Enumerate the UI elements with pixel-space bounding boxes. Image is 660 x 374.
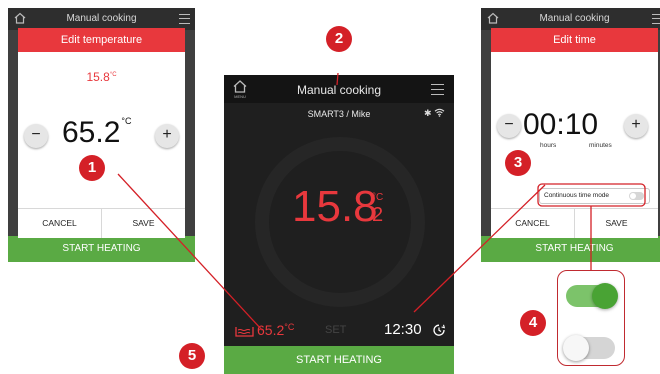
hours-label: hours <box>540 142 557 149</box>
marker-1: 1 <box>79 155 105 181</box>
increase-button[interactable]: + <box>624 114 648 138</box>
set-temperature[interactable]: 65.2°C <box>257 322 294 338</box>
status-icons: ✱ <box>424 108 445 119</box>
marker-3: 3 <box>505 150 531 176</box>
toggle-knob <box>563 335 589 361</box>
decrease-button[interactable]: − <box>497 114 521 138</box>
toggle-states-callout <box>557 270 625 366</box>
screen-title: Manual cooking <box>296 83 382 97</box>
increase-button[interactable]: + <box>155 124 179 148</box>
time-value[interactable]: 00:10 <box>523 108 598 142</box>
instruction-figure: Manual cooking START HEATING Edit temper… <box>0 0 660 374</box>
edit-time-dialog: Edit time − 00:10 hours minutes + Contin… <box>491 28 658 238</box>
set-time[interactable]: 12:30 <box>384 321 422 338</box>
top-bar: Manual cooking <box>481 8 660 30</box>
settings-row: 65.2°C SET 12:30 <box>224 312 454 346</box>
screen-title: Manual cooking <box>539 13 610 24</box>
bluetooth-icon: ✱ <box>423 108 432 118</box>
wifi-icon <box>434 108 445 117</box>
toggle-knob <box>592 283 618 309</box>
marker-2: 2 <box>326 26 352 52</box>
marker-5: 5 <box>179 343 205 369</box>
continuous-time-mode-label: Continuous time mode <box>544 192 610 199</box>
cancel-button[interactable]: CANCEL <box>18 209 102 238</box>
dialog-footer: CANCEL SAVE <box>491 208 658 238</box>
edit-temperature-dialog: Edit temperature 15.8°C − 65.2°C + CANCE… <box>18 28 185 238</box>
save-button[interactable]: SAVE <box>102 209 185 238</box>
start-heating-button[interactable]: START HEATING <box>481 236 660 262</box>
decrease-button[interactable]: − <box>24 124 48 148</box>
temperature-unit: °C <box>372 192 384 203</box>
device-user-label: SMART3 / Mike <box>307 109 371 119</box>
start-heating-button[interactable]: START HEATING <box>8 236 195 262</box>
save-button[interactable]: SAVE <box>575 209 658 238</box>
heating-bath-icon <box>235 327 254 337</box>
current-temperature: 15.8°C <box>86 70 117 84</box>
start-heating-button[interactable]: START HEATING <box>224 346 454 374</box>
dialog-footer: CANCEL SAVE <box>18 208 185 238</box>
screen-title: Manual cooking <box>66 13 137 24</box>
marker-4: 4 <box>520 310 546 336</box>
current-temperature: 15.8 °C 2 <box>292 182 384 231</box>
temperature-value[interactable]: 65.2°C <box>62 116 132 150</box>
timer-icon <box>433 324 446 336</box>
menu-icon[interactable] <box>431 84 444 95</box>
top-bar: MENU Manual cooking <box>224 75 454 103</box>
toggle-off-example[interactable] <box>563 335 615 361</box>
continuous-time-mode-option[interactable]: Continuous time mode <box>539 188 650 204</box>
menu-icon[interactable] <box>179 14 190 24</box>
dialog-title: Edit time <box>491 28 658 52</box>
temperature-decimal: 2 <box>372 204 384 226</box>
set-label: SET <box>325 324 347 336</box>
menu-icon[interactable] <box>652 14 660 24</box>
minutes-label: minutes <box>589 142 612 149</box>
continuous-time-mode-toggle[interactable] <box>629 192 644 200</box>
toggle-on-example[interactable] <box>566 283 618 309</box>
manual-cooking-screen: MENU Manual cooking SMART3 / Mike ✱ 15.8… <box>224 75 454 374</box>
cancel-button[interactable]: CANCEL <box>491 209 575 238</box>
top-bar: Manual cooking <box>8 8 195 30</box>
dialog-title: Edit temperature <box>18 28 185 52</box>
